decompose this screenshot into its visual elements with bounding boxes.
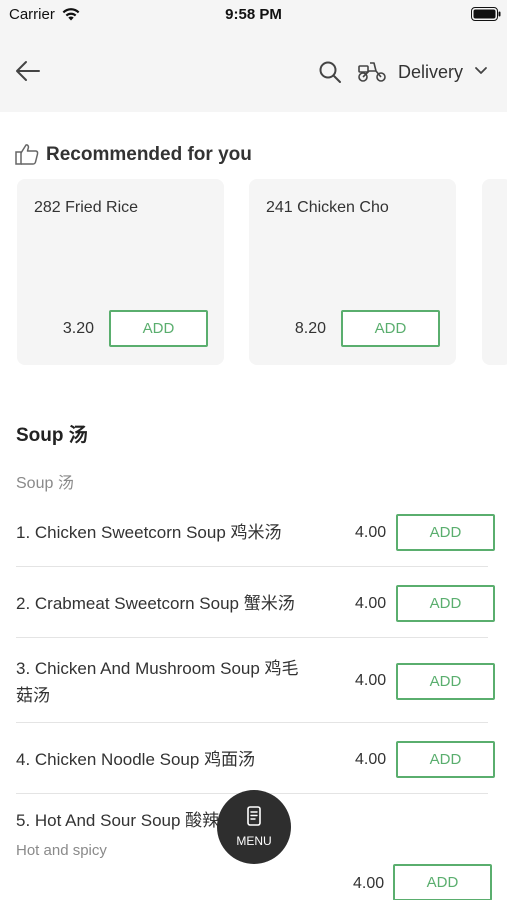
add-button[interactable]: ADD (393, 864, 492, 900)
divider (16, 722, 488, 723)
scooter-icon (358, 62, 386, 82)
recommended-item-price: 8.20 (294, 320, 326, 337)
recommended-title: Recommended for you (46, 144, 252, 165)
back-arrow-icon[interactable] (12, 56, 44, 86)
menu-item-row[interactable]: 1. Chicken Sweetcorn Soup 鸡米汤 4.00 ADD (0, 514, 507, 566)
add-button[interactable]: ADD (341, 310, 440, 347)
delivery-mode-label[interactable]: Delivery (398, 62, 463, 83)
recommended-card[interactable]: 241 Chicken Cho 8.20 ADD (249, 179, 456, 365)
menu-item-price: 4.00 (355, 524, 387, 541)
menu-item-name: 4. Chicken Noodle Soup 鸡面汤 (16, 750, 256, 769)
menu-item-price: 4.00 (355, 595, 387, 612)
menu-item-row[interactable]: 3. Chicken And Mushroom Soup 鸡毛菇汤 4.00 A… (0, 655, 507, 722)
recommended-item-name: 241 Chicken Cho (266, 199, 389, 216)
top-nav-bar: Delivery (0, 30, 507, 112)
menu-item-row[interactable]: 2. Crabmeat Sweetcorn Soup 蟹米汤 4.00 ADD (0, 585, 507, 637)
menu-item-price: 4.00 (353, 875, 385, 892)
add-button[interactable]: ADD (396, 663, 495, 700)
menu-item-name: 5. Hot And Sour Soup 酸辣汤 (16, 811, 237, 830)
thumbs-up-icon (15, 144, 39, 165)
menu-item-name: 3. Chicken And Mushroom Soup 鸡毛菇汤 (16, 659, 299, 705)
menu-fab-button[interactable]: MENU (217, 790, 291, 864)
recommended-card-partial[interactable] (482, 179, 507, 365)
status-bar: Carrier 9:58 PM (0, 0, 507, 30)
add-button[interactable]: ADD (396, 585, 495, 622)
menu-item-description: Hot and spicy (16, 842, 107, 859)
add-button[interactable]: ADD (396, 514, 495, 551)
clock: 9:58 PM (225, 6, 282, 23)
recommended-item-name: 282 Fried Rice (34, 199, 139, 216)
recommended-card[interactable]: 282 Fried Rice 3.20 ADD (17, 179, 224, 365)
menu-book-icon (247, 806, 261, 826)
add-button[interactable]: ADD (109, 310, 208, 347)
battery-icon (471, 7, 501, 21)
menu-item-price: 4.00 (355, 672, 387, 689)
recommended-item-price: 3.20 (62, 320, 94, 337)
divider (16, 566, 488, 567)
search-icon[interactable] (318, 60, 342, 84)
menu-item-name: 2. Crabmeat Sweetcorn Soup 蟹米汤 (16, 594, 295, 613)
menu-item-price: 4.00 (355, 751, 387, 768)
divider (16, 637, 488, 638)
menu-item-row[interactable]: 4. Chicken Noodle Soup 鸡面汤 4.00 ADD (0, 741, 507, 793)
add-button[interactable]: ADD (396, 741, 495, 778)
menu-fab-label: MENU (236, 834, 272, 848)
menu-item-name: 1. Chicken Sweetcorn Soup 鸡米汤 (16, 523, 282, 542)
section-title: Soup 汤 (16, 425, 88, 446)
section-subtitle: Soup 汤 (16, 475, 74, 492)
chevron-down-icon[interactable] (474, 66, 488, 76)
